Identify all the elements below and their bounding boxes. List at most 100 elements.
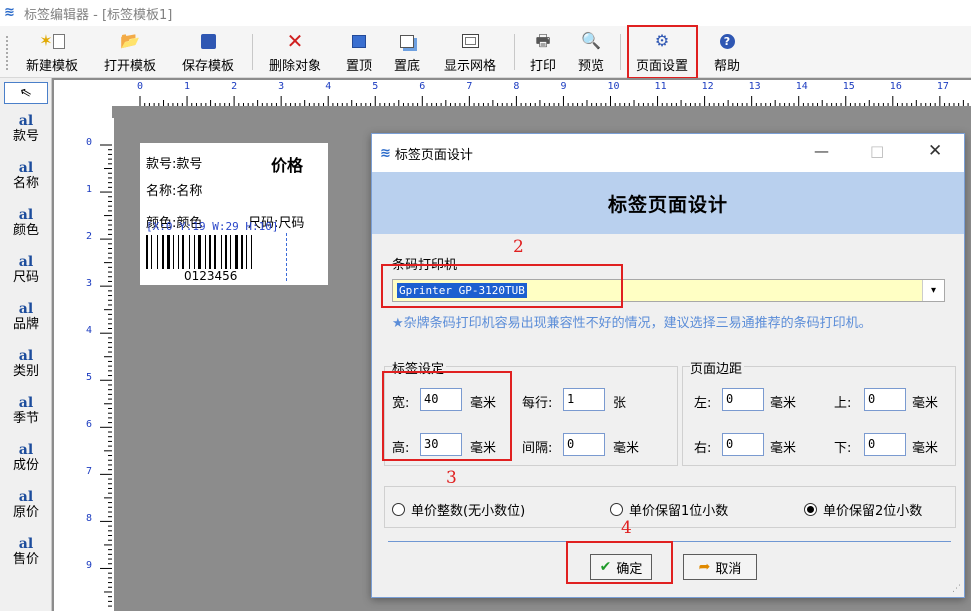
left-margin-unit: 毫米	[770, 396, 797, 411]
app-icon: ≋	[380, 145, 391, 161]
toolbar-separator	[514, 34, 515, 70]
left-margin-input[interactable]: 0	[722, 388, 764, 411]
ruler-h-label: 13	[748, 81, 761, 92]
barcode-image[interactable]	[144, 235, 284, 269]
ruler-v-label: 1	[86, 184, 93, 196]
label-name[interactable]: 名称:名称	[146, 180, 202, 199]
tool-category[interactable]: al 类别	[0, 349, 52, 380]
barcode-caption: [X:0 Y:19 W:29 H:10]	[146, 220, 279, 233]
bottom-margin-input[interactable]: 0	[864, 433, 906, 456]
new-file-icon: ✶	[39, 30, 65, 52]
ruler-h-label: 7	[466, 81, 473, 92]
close-icon[interactable]: ✕	[928, 141, 942, 161]
chevron-down-icon[interactable]: ▾	[922, 280, 944, 301]
ruler-h-label: 15	[842, 81, 855, 92]
delete-object-button[interactable]: ✕ 删除对象	[262, 30, 328, 74]
printer-tip: ★杂牌条码打印机容易出现兼容性不好的情况，建议选择三易通推荐的条码打印机。	[392, 316, 872, 331]
annotation-box-label-size	[382, 371, 512, 461]
ruler-v-label: 2	[86, 231, 93, 243]
ruler-h-label: 16	[889, 81, 902, 92]
ruler-h-label: 3	[278, 81, 285, 92]
label-style-no[interactable]: 款号:款号	[146, 153, 202, 172]
annotation-number-3: 3	[446, 468, 457, 488]
ruler-v-label: 4	[86, 325, 93, 337]
text-field-icon: al	[18, 442, 34, 458]
tool-original-price[interactable]: al 原价	[0, 490, 52, 521]
annotation-box-page-setup	[627, 25, 698, 79]
ruler-h-label: 5	[372, 81, 379, 92]
ruler-h-label: 14	[795, 81, 808, 92]
pointer-tool[interactable]: ⇖	[4, 82, 48, 104]
page-setup-dialog: ≋ 标签页面设计 — □ ✕ 标签页面设计 条码打印机 Gprinter GP-…	[371, 133, 965, 598]
ruler-v-label: 6	[86, 419, 93, 431]
bring-front-icon	[352, 30, 366, 52]
cancel-arrow-icon: ➦	[698, 559, 711, 575]
toolbar-separator	[252, 34, 253, 70]
tool-size[interactable]: al 尺码	[0, 255, 52, 286]
floppy-icon	[200, 30, 216, 52]
annotation-box-ok	[566, 541, 673, 584]
save-template-button[interactable]: 保存模板	[176, 30, 240, 74]
top-margin-label: 上:	[834, 396, 852, 411]
right-margin-input[interactable]: 0	[722, 433, 764, 456]
print-button[interactable]: 🖶 打印	[524, 30, 562, 75]
gap-label: 间隔:	[522, 441, 553, 456]
send-to-back-button[interactable]: 置底	[388, 30, 426, 74]
text-field-icon: al	[18, 536, 34, 552]
dialog-title-bar[interactable]: ≋ 标签页面设计 — □ ✕	[372, 134, 964, 172]
tool-composition[interactable]: al 成份	[0, 443, 52, 474]
annotation-box-printer	[381, 264, 623, 308]
send-back-icon	[400, 30, 414, 52]
text-field-icon: al	[18, 395, 34, 411]
ruler-v-label: 8	[86, 513, 93, 525]
top-margin-input[interactable]: 0	[864, 388, 906, 411]
show-grid-button[interactable]: 显示网格	[438, 30, 502, 74]
maximize-icon: □	[870, 142, 885, 160]
text-field-icon: al	[18, 301, 34, 317]
cancel-button[interactable]: ➦ 取消	[683, 554, 757, 580]
tool-name[interactable]: al 名称	[0, 161, 52, 192]
help-button[interactable]: ? 帮助	[708, 30, 746, 74]
tool-color[interactable]: al 颜色	[0, 208, 52, 239]
printer-icon: 🖶	[535, 31, 551, 50]
resize-grip-icon[interactable]: ⋰	[952, 584, 961, 594]
radio-two-decimal[interactable]: 单价保留2位小数	[804, 500, 922, 519]
tool-season[interactable]: al 季节	[0, 396, 52, 427]
annotation-number-4: 4	[621, 518, 632, 538]
gap-input[interactable]: 0	[563, 433, 605, 456]
tool-sale-price[interactable]: al 售价	[0, 537, 52, 568]
ruler-h-label: 8	[513, 81, 520, 92]
bottom-margin-label: 下:	[834, 441, 852, 456]
radio-one-decimal[interactable]: 单价保留1位小数	[610, 500, 728, 519]
minimize-icon[interactable]: —	[814, 142, 829, 160]
label-price[interactable]: 价格	[271, 152, 303, 176]
toolbar-separator	[620, 34, 621, 70]
ruler-v-label: 5	[86, 372, 93, 384]
ruler-h-label: 17	[936, 81, 949, 92]
ruler-v-label: 3	[86, 278, 93, 290]
left-margin-label: 左:	[694, 396, 712, 411]
radio-integer-price[interactable]: 单价整数(无小数位)	[392, 500, 525, 519]
bring-to-front-button[interactable]: 置顶	[340, 30, 378, 74]
vertical-ruler: 0 1 2 3 4 5 6 7 8 9	[54, 118, 114, 611]
help-icon: ?	[719, 30, 735, 52]
per-row-unit: 张	[613, 396, 627, 411]
preview-button[interactable]: 🔍 预览	[572, 30, 610, 75]
dialog-title: 标签页面设计	[394, 147, 473, 163]
grid-icon	[461, 30, 479, 52]
label-sheet[interactable]: 款号:款号 价格 名称:名称 颜色:颜色 尺码:尺码 [X:0 Y:19 W:2…	[140, 143, 328, 285]
ruler-h-label: 4	[325, 81, 332, 92]
text-field-icon: al	[18, 489, 34, 505]
window-title: 标签编辑器 - [标签模板1]	[24, 7, 173, 23]
ruler-v-label: 0	[86, 137, 93, 148]
per-row-input[interactable]: 1	[563, 388, 605, 411]
tool-style-no[interactable]: al 款号	[0, 114, 52, 145]
ruler-v-label: 9	[86, 560, 93, 572]
new-template-button[interactable]: ✶ 新建模板	[20, 30, 84, 75]
ruler-h-label: 2	[231, 81, 238, 92]
open-template-button[interactable]: 📂 打开模板	[98, 30, 162, 75]
ruler-h-label: 11	[654, 81, 667, 92]
tool-brand[interactable]: al 品牌	[0, 302, 52, 333]
app-icon: ≋	[4, 5, 15, 20]
toolbar-grip[interactable]	[6, 36, 9, 70]
